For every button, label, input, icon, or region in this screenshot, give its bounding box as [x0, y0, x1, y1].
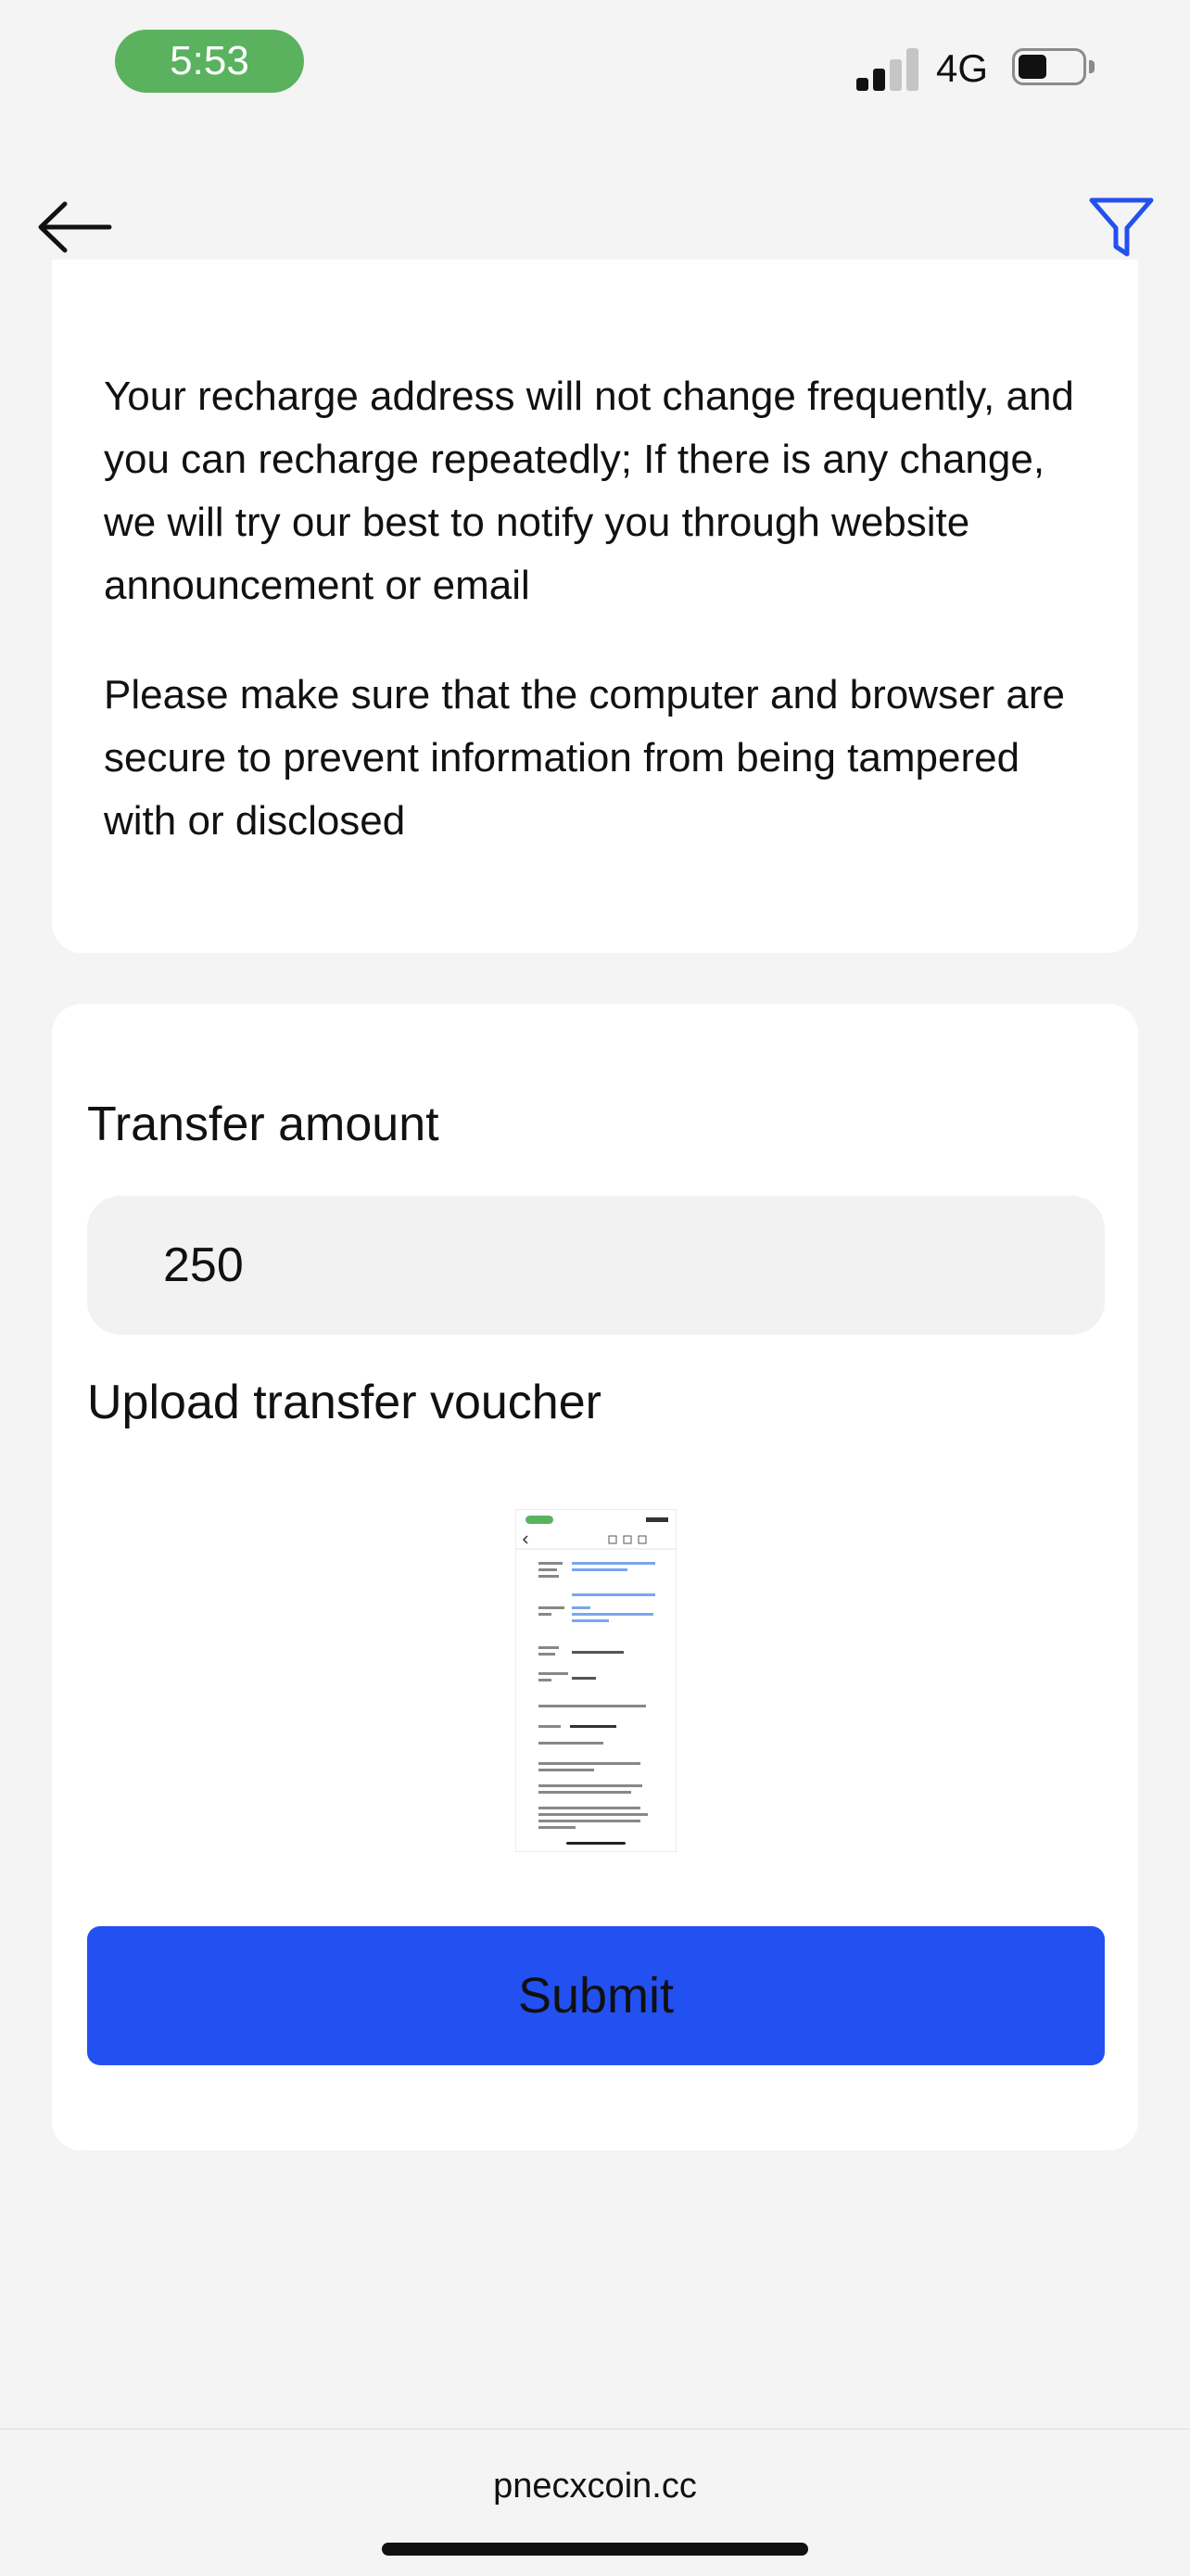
- site-domain[interactable]: pnecxcoin.cc: [0, 2467, 1190, 2506]
- voucher-thumbnail[interactable]: [515, 1509, 677, 1852]
- recharge-notice-card: Your recharge address will not change fr…: [52, 260, 1138, 953]
- voucher-screenshot-image: [516, 1510, 676, 1851]
- browser-address-bar: pnecxcoin.cc: [0, 2429, 1190, 2576]
- transfer-amount-input[interactable]: [87, 1196, 1105, 1335]
- status-bar: 5:53 4G: [0, 0, 1190, 139]
- back-button[interactable]: [33, 195, 117, 260]
- arrow-left-icon: [38, 201, 112, 253]
- transfer-form-card: Transfer amount Upload transfer voucher: [52, 1004, 1138, 2151]
- filter-button[interactable]: [1084, 189, 1158, 263]
- upload-voucher-label: Upload transfer voucher: [87, 1376, 601, 1429]
- home-indicator[interactable]: [382, 2543, 808, 2556]
- notice-paragraph-security: Please make sure that the computer and b…: [104, 672, 1065, 844]
- notice-paragraph-address: Your recharge address will not change fr…: [104, 374, 1074, 608]
- battery-icon: [1012, 48, 1097, 89]
- cellular-signal-icon: [856, 46, 919, 91]
- filter-icon: [1089, 197, 1154, 257]
- network-type: 4G: [936, 46, 989, 90]
- status-time: 5:53: [115, 30, 304, 93]
- transfer-amount-label: Transfer amount: [87, 1098, 439, 1151]
- submit-button[interactable]: Submit: [87, 1926, 1105, 2065]
